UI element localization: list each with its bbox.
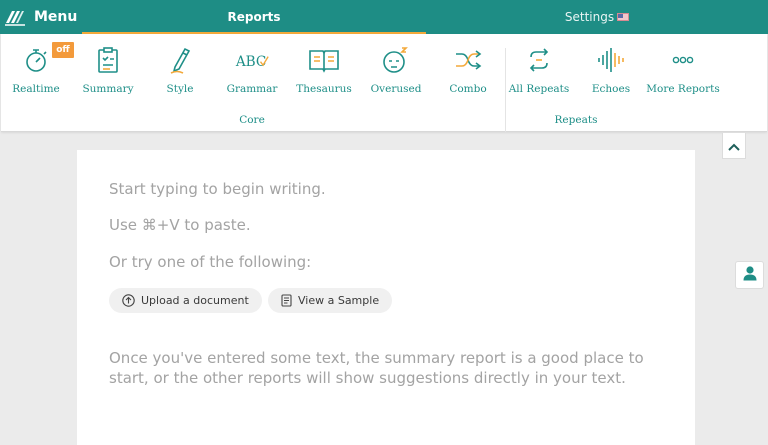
collapse-ribbon-button[interactable]: [722, 133, 746, 159]
placeholder-line-start: Start typing to begin writing.: [109, 180, 326, 198]
overused-button[interactable]: Overused: [361, 44, 431, 98]
report-ribbon: Realtime off Summary Style ABC Grammar T…: [1, 34, 767, 132]
editor-area[interactable]: Start typing to begin writing. Use ⌘+V t…: [77, 150, 695, 445]
summary-label: Summary: [82, 83, 134, 95]
style-label: Style: [166, 83, 194, 95]
stopwatch-icon: [19, 44, 53, 76]
placeholder-line-options: Or try one of the following:: [109, 253, 312, 271]
summary-button[interactable]: Summary: [73, 44, 143, 98]
upload-document-label: Upload a document: [141, 294, 249, 307]
more-icon: [666, 44, 700, 76]
style-button[interactable]: Style: [145, 44, 215, 98]
chevron-up-icon: [728, 136, 740, 155]
sound-wave-icon: [594, 44, 628, 76]
thesaurus-label: Thesaurus: [296, 83, 352, 95]
repeat-icon: [522, 44, 556, 76]
pencil-icon: [163, 44, 197, 76]
top-bar: Menu Reports Settings: [0, 0, 768, 34]
view-sample-button[interactable]: View a Sample: [268, 288, 393, 313]
tab-reports-label: Reports: [227, 10, 281, 24]
abc-check-icon: ABC: [235, 44, 269, 76]
svg-text:ABC: ABC: [235, 54, 266, 70]
combo-label: Combo: [449, 83, 487, 95]
upload-document-button[interactable]: Upload a document: [109, 288, 262, 313]
thesaurus-button[interactable]: Thesaurus: [289, 44, 359, 98]
group-label-core: Core: [239, 114, 265, 126]
view-sample-label: View a Sample: [298, 294, 380, 307]
shuffle-icon: [451, 44, 485, 76]
grammar-button[interactable]: ABC Grammar: [217, 44, 287, 98]
hint-line-1: Once you've entered some text, the summa…: [109, 349, 644, 367]
realtime-off-badge: off: [52, 42, 74, 58]
clipboard-icon: [91, 44, 125, 76]
menu-label: Menu: [34, 9, 78, 25]
realtime-label: Realtime: [12, 83, 60, 95]
tab-settings[interactable]: Settings: [426, 0, 768, 34]
echoes-button[interactable]: Echoes: [576, 44, 646, 98]
menu-button[interactable]: Menu: [4, 0, 77, 34]
more-reports-label: More Reports: [646, 83, 720, 95]
upload-icon: [122, 294, 135, 307]
sleepy-face-icon: [379, 44, 413, 76]
more-reports-button[interactable]: More Reports: [646, 44, 720, 98]
grammar-label: Grammar: [226, 83, 278, 95]
combo-button[interactable]: Combo: [433, 44, 503, 98]
hint-line-2: start, or the other reports will show su…: [109, 369, 626, 387]
book-icon: [307, 44, 341, 76]
placeholder-line-paste: Use ⌘+V to paste.: [109, 216, 251, 234]
document-icon: [281, 294, 292, 307]
group-label-repeats: Repeats: [554, 114, 598, 126]
user-icon: [743, 265, 757, 285]
overused-label: Overused: [370, 83, 422, 95]
echoes-label: Echoes: [591, 83, 631, 95]
account-button[interactable]: [735, 261, 764, 289]
tab-reports[interactable]: Reports: [82, 0, 426, 34]
logo-icon: [4, 7, 26, 27]
all-repeats-button[interactable]: All Repeats: [504, 44, 574, 98]
tab-settings-label: Settings: [564, 10, 615, 24]
all-repeats-label: All Repeats: [508, 83, 570, 95]
uk-flag-icon: [617, 13, 630, 21]
